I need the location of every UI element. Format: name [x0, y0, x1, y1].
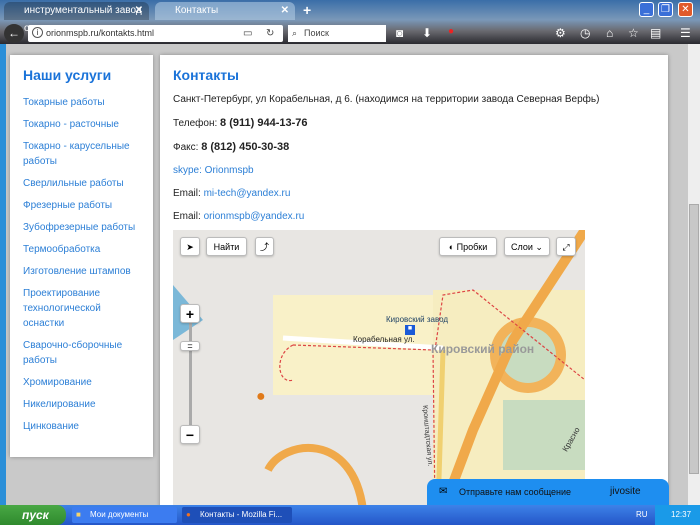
traffic-icon: ◐ [448, 242, 455, 252]
service-link[interactable]: Термообработка [23, 242, 140, 257]
zoom-slider-handle[interactable]: = [180, 341, 200, 351]
envelope-icon: ✉ [439, 486, 448, 497]
close-tab-icon[interactable]: ✕ [135, 2, 143, 20]
zoom-in-button[interactable]: + [180, 304, 200, 323]
download-icon[interactable]: ⬇ [422, 26, 432, 40]
taskbar-item-documents[interactable]: ■ Мои документы [72, 507, 177, 523]
fax: 8 (812) 450-30-38 [201, 141, 290, 153]
history-icon[interactable]: ◷ [580, 26, 590, 40]
url-text: orionmspb.ru/kontakts.html [46, 28, 155, 38]
service-link[interactable]: Изготовление штампов [23, 264, 140, 279]
back-button[interactable]: ← [4, 24, 24, 43]
page-scrollbar[interactable] [688, 44, 700, 505]
skype-link[interactable]: skype: Orionmspb [173, 165, 254, 176]
find-button[interactable]: Найти [206, 237, 247, 256]
taskbar: пуск ■ Мои документы ● Контакты - Mozilla … [0, 505, 700, 525]
start-button[interactable]: пуск [0, 505, 66, 525]
map-label-station: Кировский завод [386, 315, 449, 324]
page-edge [0, 44, 6, 505]
service-link[interactable]: Токарно - карусельные работы [23, 139, 140, 169]
map-label-street: Корабельная ул. [353, 335, 415, 344]
adblock-icon[interactable]: ● [448, 26, 454, 37]
jivosite-logo: jivosite [610, 486, 641, 497]
service-link[interactable]: Цинкование [23, 419, 140, 434]
zoom-out-button[interactable]: − [180, 425, 200, 444]
clock: 12:37 [671, 510, 692, 519]
contacts-panel: Контакты Санкт-Петербург, ул Корабельная… [160, 55, 668, 515]
firefox-icon: ● [186, 510, 191, 519]
maximize-button[interactable]: ❐ [658, 2, 673, 17]
fax-label: Факс: [173, 142, 199, 153]
traffic-label: Пробки [456, 242, 488, 252]
tab-label: Контакты [175, 5, 219, 16]
bus-stop-icon: ■ [405, 325, 415, 335]
task-label: Контакты - Mozilla Fi... [200, 510, 283, 519]
search-input[interactable]: ⌕ Поиск [288, 25, 386, 42]
fullscreen-button[interactable]: ⤢ [556, 237, 576, 256]
route-button[interactable]: ⤴ [255, 237, 274, 256]
page-title: Контакты [173, 67, 240, 83]
zoom-slider-track[interactable] [189, 318, 192, 428]
tab-contacts[interactable]: Контакты ✕ [155, 2, 295, 20]
url-bar[interactable]: i orionmspb.ru/kontakts.html ▭ ↻ [28, 25, 283, 42]
layers-label: Слои [511, 242, 533, 252]
taskbar-item-firefox[interactable]: ● Контакты - Mozilla Fi... [182, 507, 292, 523]
search-placeholder: Поиск [304, 28, 329, 38]
map-marker-icon[interactable]: ● [256, 388, 266, 406]
minimize-button[interactable]: _ [639, 2, 654, 17]
bookmark-star-icon[interactable]: ☆ [628, 26, 639, 40]
layers-button[interactable]: Слои ⌄ [504, 237, 550, 256]
phone: 8 (911) 944-13-76 [220, 117, 308, 129]
reload-icon[interactable]: ↻ [266, 25, 274, 42]
email-link[interactable]: orionmspb@yandex.ru [204, 211, 305, 222]
services-sidebar: Наши услуги Токарные работы Токарно - ра… [10, 55, 153, 457]
home-icon[interactable]: ⌂ [606, 26, 613, 40]
task-label: Мои документы [90, 510, 149, 519]
sidebar-title: Наши услуги [23, 67, 112, 83]
service-link[interactable]: Токарные работы [23, 95, 140, 110]
traffic-button[interactable]: ◐ Пробки [439, 237, 497, 256]
language-indicator[interactable]: RU [636, 510, 648, 519]
system-tray: 12:37 [655, 505, 700, 525]
service-link[interactable]: Сверлильные работы [23, 176, 140, 191]
service-link[interactable]: Фрезерные работы [23, 198, 140, 213]
service-link[interactable]: Проектирование технологической оснастки [23, 286, 140, 331]
clipboard-icon[interactable]: ▤ [650, 26, 661, 40]
menu-icon[interactable]: ☰ [680, 26, 691, 40]
jivosite-chat-widget[interactable]: ✉ Отправьте нам сообщение jivosite [427, 479, 669, 505]
geolocation-button[interactable]: ➤ [180, 237, 200, 256]
chat-message-label: Отправьте нам сообщение [459, 487, 572, 497]
scrollbar-thumb[interactable] [689, 204, 699, 474]
info-icon[interactable]: i [32, 27, 43, 38]
service-link[interactable]: Токарно - расточные [23, 117, 140, 132]
browser-chrome: инструментальный завод о...✕ Контакты ✕ +… [0, 0, 700, 44]
phone-label: Телефон: [173, 118, 218, 129]
start-label: пуск [22, 508, 49, 522]
service-link[interactable]: Зубофрезерные работы [23, 220, 140, 235]
pocket-icon[interactable]: ◙ [396, 26, 403, 40]
service-link[interactable]: Сварочно-сборочные работы [23, 338, 140, 368]
new-tab-button[interactable]: + [303, 2, 311, 18]
close-window-button[interactable]: ✕ [678, 2, 693, 17]
map-tiles [173, 230, 585, 510]
email-label: Email: [173, 188, 201, 199]
service-link[interactable]: Хромирование [23, 375, 140, 390]
close-tab-icon[interactable]: ✕ [281, 2, 289, 20]
search-icon: ⌕ [292, 28, 298, 38]
tab-yandex[interactable]: инструментальный завод о...✕ [4, 2, 149, 34]
service-link[interactable]: Никелирование [23, 397, 140, 412]
map-label-district: Кировский район [431, 342, 535, 356]
email-label: Email: [173, 211, 201, 222]
address: Санкт-Петербург, ул Корабельная, д 6. (н… [173, 94, 600, 105]
settings-icon[interactable]: ⚙ [555, 26, 566, 40]
reader-icon[interactable]: ▭ [243, 25, 252, 42]
email-link[interactable]: mi-tech@yandex.ru [204, 188, 291, 199]
folder-icon: ■ [76, 510, 81, 519]
yandex-map[interactable]: Кировский завод ■ Корабельная ул. Кировс… [173, 230, 585, 510]
